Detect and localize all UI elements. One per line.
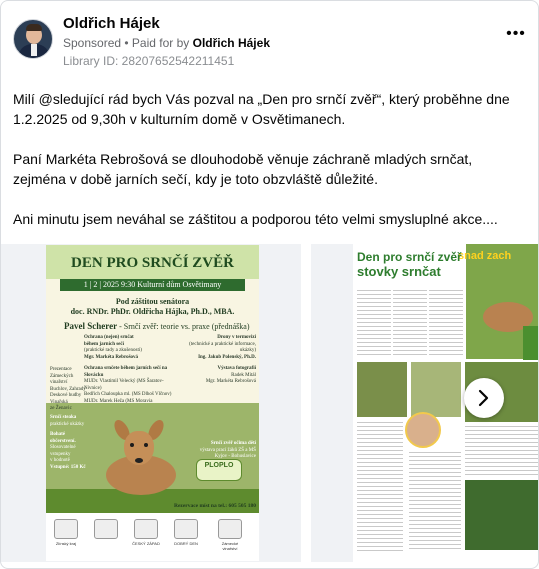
poster-phone: Rezervace míst na tel.: 605 505 180 <box>173 503 256 509</box>
news-photo-title: snad zach <box>458 250 512 262</box>
post-header: Oldřich Hájek Sponsored • Paid for by Ol… <box>13 13 528 69</box>
sponsor-logo <box>174 519 198 539</box>
carousel-next-button[interactable] <box>464 378 504 418</box>
library-id: Library ID: 28207652542211451 <box>63 54 235 68</box>
poster-side-list-2: Srnčí steaka praktické ukázky Bohaté obč… <box>50 415 86 470</box>
news-photo <box>465 480 538 550</box>
poster-title: DEN PRO SRNČÍ ZVĚŘ <box>71 255 234 271</box>
news-headline-2: stovky srnčat <box>357 264 441 279</box>
sponsor-logos: Zlínský kraj ČESKÝ ZÁPAD DOBRÝ DEN Zámec… <box>46 513 259 561</box>
post-paragraph: Milí @sledující rád bych Vás pozval na „… <box>13 91 510 127</box>
avatar[interactable] <box>13 19 53 59</box>
sponsored-label: Sponsored <box>63 36 122 50</box>
image-carousel: DEN PRO SRNČÍ ZVĚŘ 1 | 2 | 2025 9:30 Kul… <box>1 244 538 564</box>
poster-patronage-name: doc. RNDr. PhDr. Oldřicha Hájka, Ph.D., … <box>70 307 235 316</box>
post-paragraph: Ani minutu jsem neváhal se záštitou a po… <box>13 211 498 227</box>
chevron-right-icon <box>478 389 489 407</box>
news-photo <box>411 362 461 417</box>
poster-speaker: Pavel Scherer - Srnčí zvěř: teorie vs. p… <box>64 321 250 331</box>
paid-for-name[interactable]: Oldřich Hájek <box>193 36 270 50</box>
sponsored-post-card: Oldřich Hájek Sponsored • Paid for by Ol… <box>0 0 539 569</box>
sponsor-logo <box>54 519 78 539</box>
carousel-slide-newspaper[interactable]: snad zach Den pro srnčí zvěř stovky srnč… <box>311 244 538 562</box>
newspaper-clipping[interactable]: snad zach Den pro srnčí zvěř stovky srnč… <box>353 244 538 562</box>
news-photo <box>357 362 407 417</box>
post-body: Milí @sledující rád bych Vás pozval na „… <box>13 89 528 249</box>
plo-logo: PLOPLO <box>196 459 242 481</box>
carousel-slide-poster[interactable]: DEN PRO SRNČÍ ZVĚŘ 1 | 2 | 2025 9:30 Kul… <box>1 244 301 562</box>
event-poster[interactable]: DEN PRO SRNČÍ ZVĚŘ 1 | 2 | 2025 9:30 Kul… <box>46 245 259 561</box>
sponsored-meta: Sponsored • Paid for by Oldřich Hájek <box>63 36 270 50</box>
author-name[interactable]: Oldřich Hájek <box>63 15 160 32</box>
poster-side-list: Prezentace Zámeckých vinařství Buchlov, … <box>50 367 86 411</box>
poster-date-bar: 1 | 2 | 2025 9:30 Kulturní dům Osvětiman… <box>60 279 245 291</box>
paid-for-prefix: • Paid for by <box>121 36 193 50</box>
poster-raffle: Srnčí zvěř očima dětí výstava prací žáků… <box>199 441 256 459</box>
sponsor-logo <box>218 519 242 539</box>
news-headline: Den pro srnčí zvěř <box>357 250 462 264</box>
post-paragraph: Paní Markéta Rebrošová se dlouhodobě věn… <box>13 151 473 187</box>
sponsor-logo <box>134 519 158 539</box>
poster-program-left: Ochrana (nejen) srnčat během jarních seč… <box>84 335 172 410</box>
poster-program-right: Drony v termovizi (technické a praktické… <box>189 335 256 384</box>
poster-patronage: Pod záštitou senátora <box>115 297 190 306</box>
sponsor-logo <box>94 519 118 539</box>
more-options-button[interactable]: ••• <box>504 26 528 47</box>
news-portrait <box>405 412 441 448</box>
